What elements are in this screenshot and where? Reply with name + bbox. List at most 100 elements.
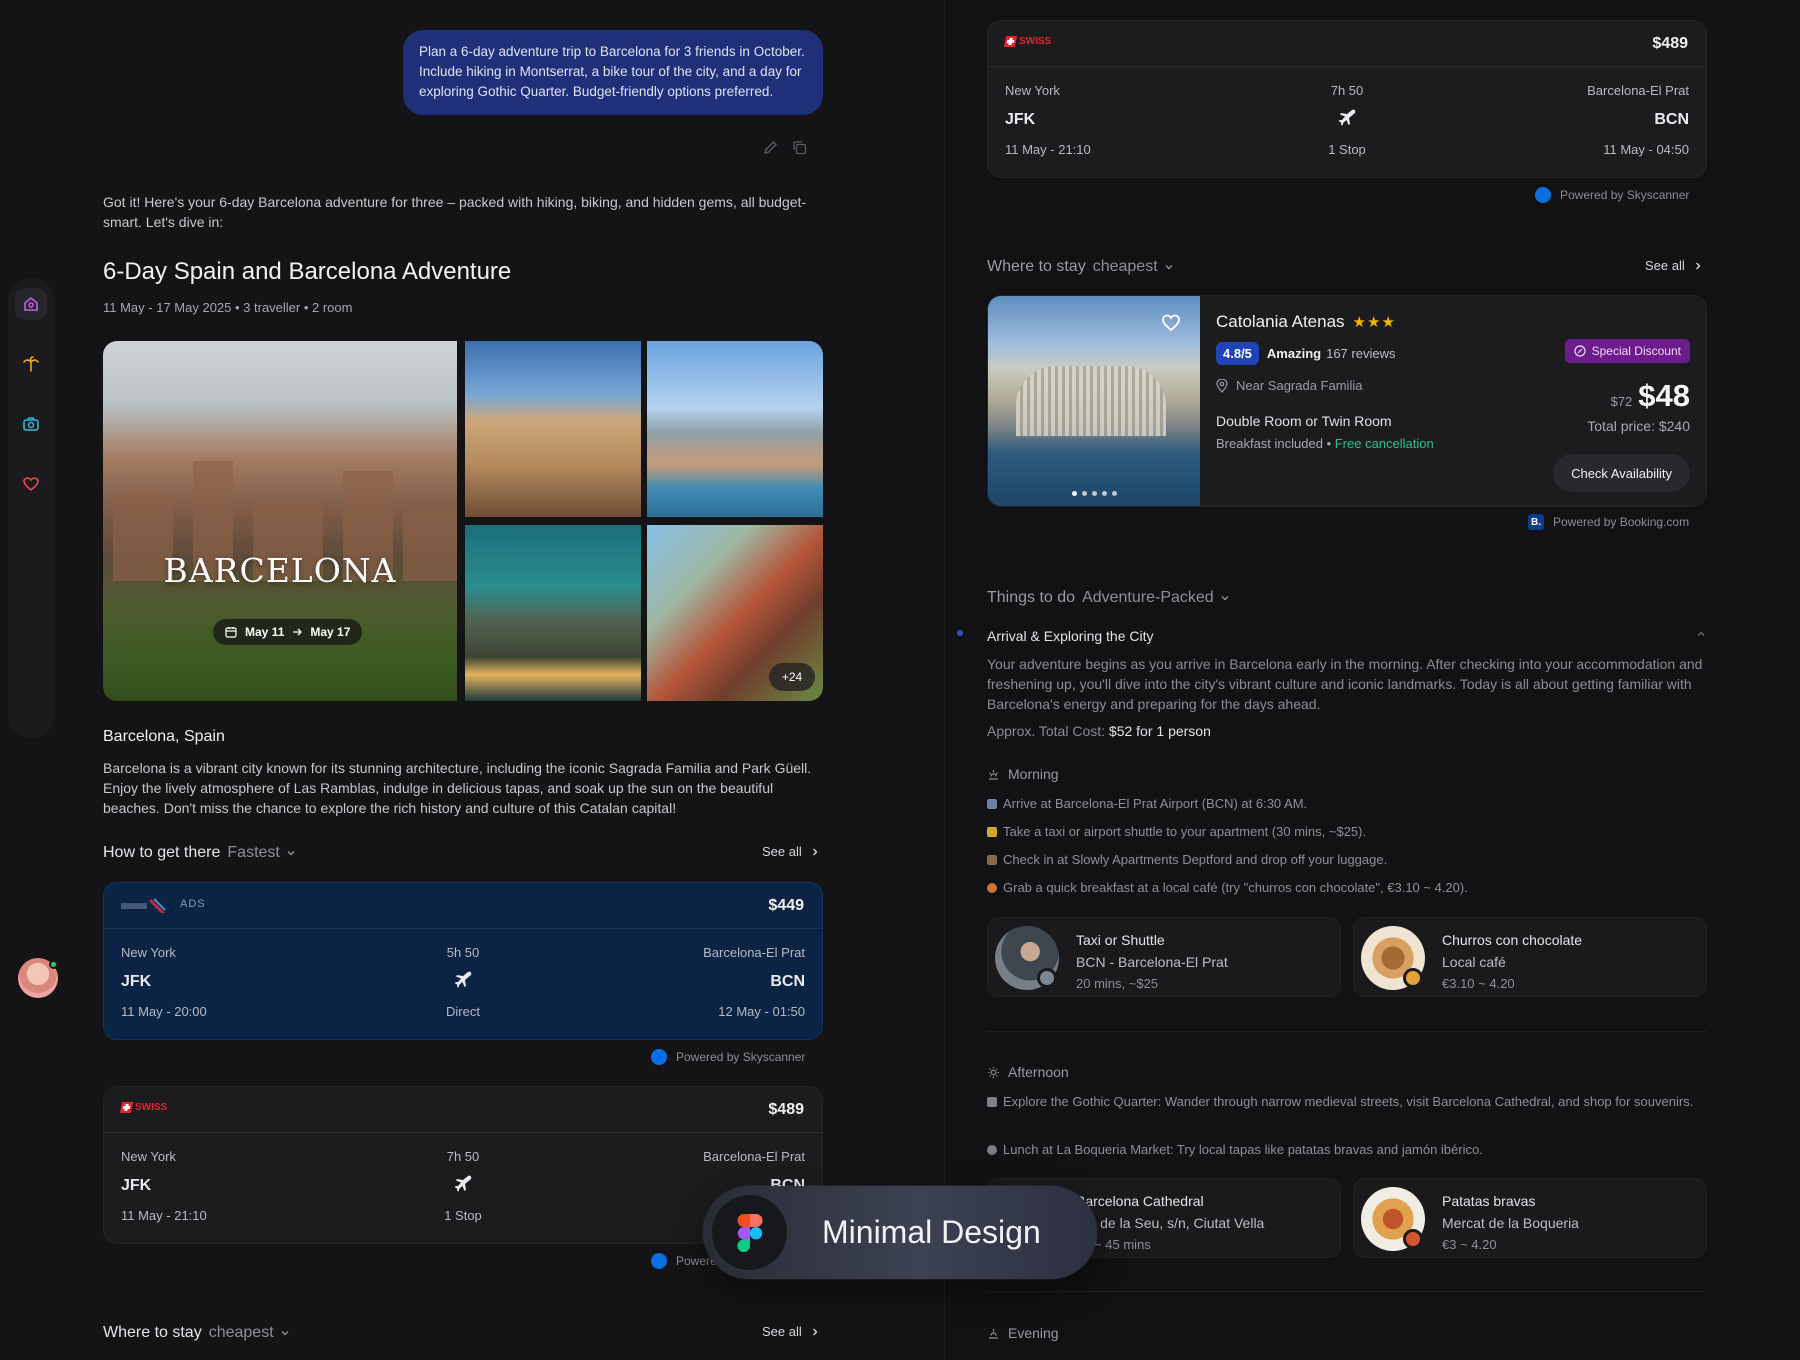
powered-by-skyscanner: Powered by Skyscanner	[651, 1049, 805, 1065]
figma-icon	[736, 1213, 762, 1252]
activity-card[interactable]: Churros con chocolate Local café €3.10 ~…	[1353, 917, 1707, 997]
sunrise-icon	[989, 769, 998, 780]
period-evening: Evening	[987, 1325, 1059, 1341]
powered-by-booking: B. Powered by Booking.com	[1528, 514, 1689, 530]
plane-icon	[1338, 109, 1356, 126]
favorite-heart-icon[interactable]	[1160, 312, 1182, 334]
category-dropdown[interactable]: Adventure-Packed	[1082, 589, 1214, 607]
rating-badge: 4.8/5	[1216, 342, 1259, 365]
palm-icon	[23, 356, 39, 372]
activity-title: Patatas bravas	[1442, 1193, 1536, 1209]
edit-icon[interactable]	[763, 140, 778, 155]
powered-by-skyscanner: Powered by Skyscanner	[1535, 187, 1689, 203]
destination-city: Barcelona-El Prat	[1587, 83, 1689, 98]
itinerary-step: Grab a quick breakfast at a local café (…	[987, 878, 1707, 897]
powered-by-label: Powered by Skyscanner	[1560, 188, 1690, 202]
avatar[interactable]	[18, 958, 58, 998]
activity-subtitle: Pla de la Seu, s/n, Ciutat Vella	[1076, 1215, 1265, 1231]
location-pin-icon	[1216, 378, 1228, 393]
powered-by-label: Powered by Booking.com	[1553, 515, 1690, 529]
more-photos-badge[interactable]: +24	[769, 663, 815, 691]
itinerary-step: Check in at Slowly Apartments Deptford a…	[987, 850, 1707, 869]
plane-icon	[454, 971, 472, 988]
chevron-down-icon[interactable]	[285, 847, 297, 859]
sort-dropdown[interactable]: Fastest	[227, 844, 279, 862]
heart-icon	[23, 477, 39, 492]
gallery-photo[interactable]	[465, 525, 641, 701]
chat-column: Plan a 6-day adventure trip to Barcelona…	[103, 0, 823, 1360]
destination-code: BCN	[1654, 111, 1689, 128]
stay-heading: Where to stay cheapest	[103, 1324, 291, 1342]
stay-see-all[interactable]: See all	[762, 1324, 820, 1339]
panel-divider	[944, 0, 945, 1360]
place-description: Barcelona is a vibrant city known for it…	[103, 760, 812, 816]
sort-dropdown[interactable]: cheapest	[209, 1324, 274, 1342]
section-title: Where to stay	[987, 258, 1086, 275]
photo-gallery: BARCELONA May 11 May 17 +24	[103, 341, 823, 701]
swiss-logo: SWISS	[119, 1102, 167, 1113]
free-cancellation: Free cancellation	[1334, 436, 1434, 451]
day-title[interactable]: Arrival & Exploring the City	[987, 628, 1154, 644]
sidebar-item-photos[interactable]	[15, 408, 47, 440]
sort-dropdown[interactable]: cheapest	[1093, 258, 1158, 276]
chevron-right-icon	[812, 1328, 818, 1335]
hotel-photo[interactable]	[988, 296, 1200, 506]
stay-heading: Where to stay cheapest	[987, 258, 1175, 276]
chevron-right-icon	[1695, 262, 1701, 269]
cost-value: $52	[1108, 723, 1133, 739]
special-discount-badge: Special Discount	[1564, 339, 1690, 363]
photo-carousel-dots[interactable]	[988, 491, 1200, 496]
copy-icon[interactable]	[792, 140, 807, 155]
sidebar-item-favorites[interactable]	[15, 468, 47, 500]
flight-card[interactable]: ADS $449 New York JFK 11 May - 20:00 5h …	[103, 882, 823, 1040]
flight-card[interactable]: SWISS $489 New York JFK 11 May - 21:10 7…	[987, 20, 1707, 178]
sidebar	[0, 0, 62, 1360]
sidebar-item-trips[interactable]	[15, 348, 47, 380]
activity-card[interactable]: Taxi or Shuttle BCN - Barcelona-El Prat …	[987, 917, 1341, 997]
gallery-photo[interactable]	[465, 341, 641, 517]
see-all-label: See all	[762, 1324, 802, 1339]
powered-by-label: Powered by Skyscanner	[676, 1050, 806, 1064]
room-type: Double Room or Twin Room	[1216, 413, 1392, 429]
transport-heading: How to get there Fastest	[103, 844, 297, 862]
date-to: May 17	[310, 625, 351, 639]
transport-see-all[interactable]: See all	[762, 844, 820, 859]
section-title: Where to stay	[103, 1324, 202, 1341]
activity-meta: 20 mins, ~$25	[1076, 976, 1159, 991]
chevron-down-icon[interactable]	[279, 1327, 291, 1339]
things-heading: Things to do Adventure-Packed	[987, 589, 1231, 607]
itinerary-step: Take a taxi or airport shuttle to your a…	[987, 822, 1707, 841]
activity-title: Taxi or Shuttle	[1076, 932, 1165, 948]
timeline-dot	[957, 630, 963, 636]
gallery-photo[interactable]: +24	[647, 525, 823, 701]
chevron-right-icon	[812, 848, 818, 855]
gallery-main-photo[interactable]: BARCELONA May 11 May 17	[103, 341, 457, 701]
star-rating: ★★★	[1352, 314, 1396, 331]
chevron-down-icon[interactable]	[1219, 592, 1231, 604]
minimal-design-badge: Minimal Design	[703, 1186, 1097, 1279]
home-icon	[24, 296, 38, 311]
activity-meta: €3.10 ~ 4.20	[1442, 976, 1515, 991]
check-availability-button[interactable]: Check Availability	[1553, 454, 1690, 492]
trip-summary: 11 May - 17 May 2025 • 3 traveller • 2 r…	[103, 300, 353, 315]
hotel-card[interactable]: Catolania Atenas ★★★ 4.8/5 Amazing 167 r…	[987, 295, 1707, 507]
sidebar-item-home[interactable]	[15, 288, 47, 320]
trip-dates-pill: May 11 May 17	[213, 619, 363, 645]
review-count: 167 reviews	[1326, 346, 1396, 361]
arrival-time: 12 May - 01:50	[718, 1004, 805, 1019]
skyscanner-icon	[651, 1049, 667, 1065]
gallery-photo[interactable]	[647, 341, 823, 517]
period-morning: Morning	[987, 766, 1059, 782]
chevron-up-icon[interactable]	[1695, 628, 1707, 640]
camera-icon	[23, 417, 39, 431]
activity-card[interactable]: Patatas bravas Mercat de la Boqueria €3 …	[1353, 1178, 1707, 1258]
place-name: Barcelona, Spain	[103, 728, 225, 745]
plane-icon	[454, 1175, 472, 1192]
stay-see-all[interactable]: See all	[1645, 258, 1703, 273]
rating-word: Amazing	[1266, 346, 1322, 361]
breakfast-info: Breakfast included	[1216, 436, 1323, 451]
user-message: Plan a 6-day adventure trip to Barcelona…	[403, 30, 823, 115]
assistant-intro: Got it! Here's your 6-day Barcelona adve…	[103, 194, 807, 230]
activity-subtitle: Mercat de la Boqueria	[1442, 1215, 1579, 1231]
chevron-down-icon[interactable]	[1163, 261, 1175, 273]
